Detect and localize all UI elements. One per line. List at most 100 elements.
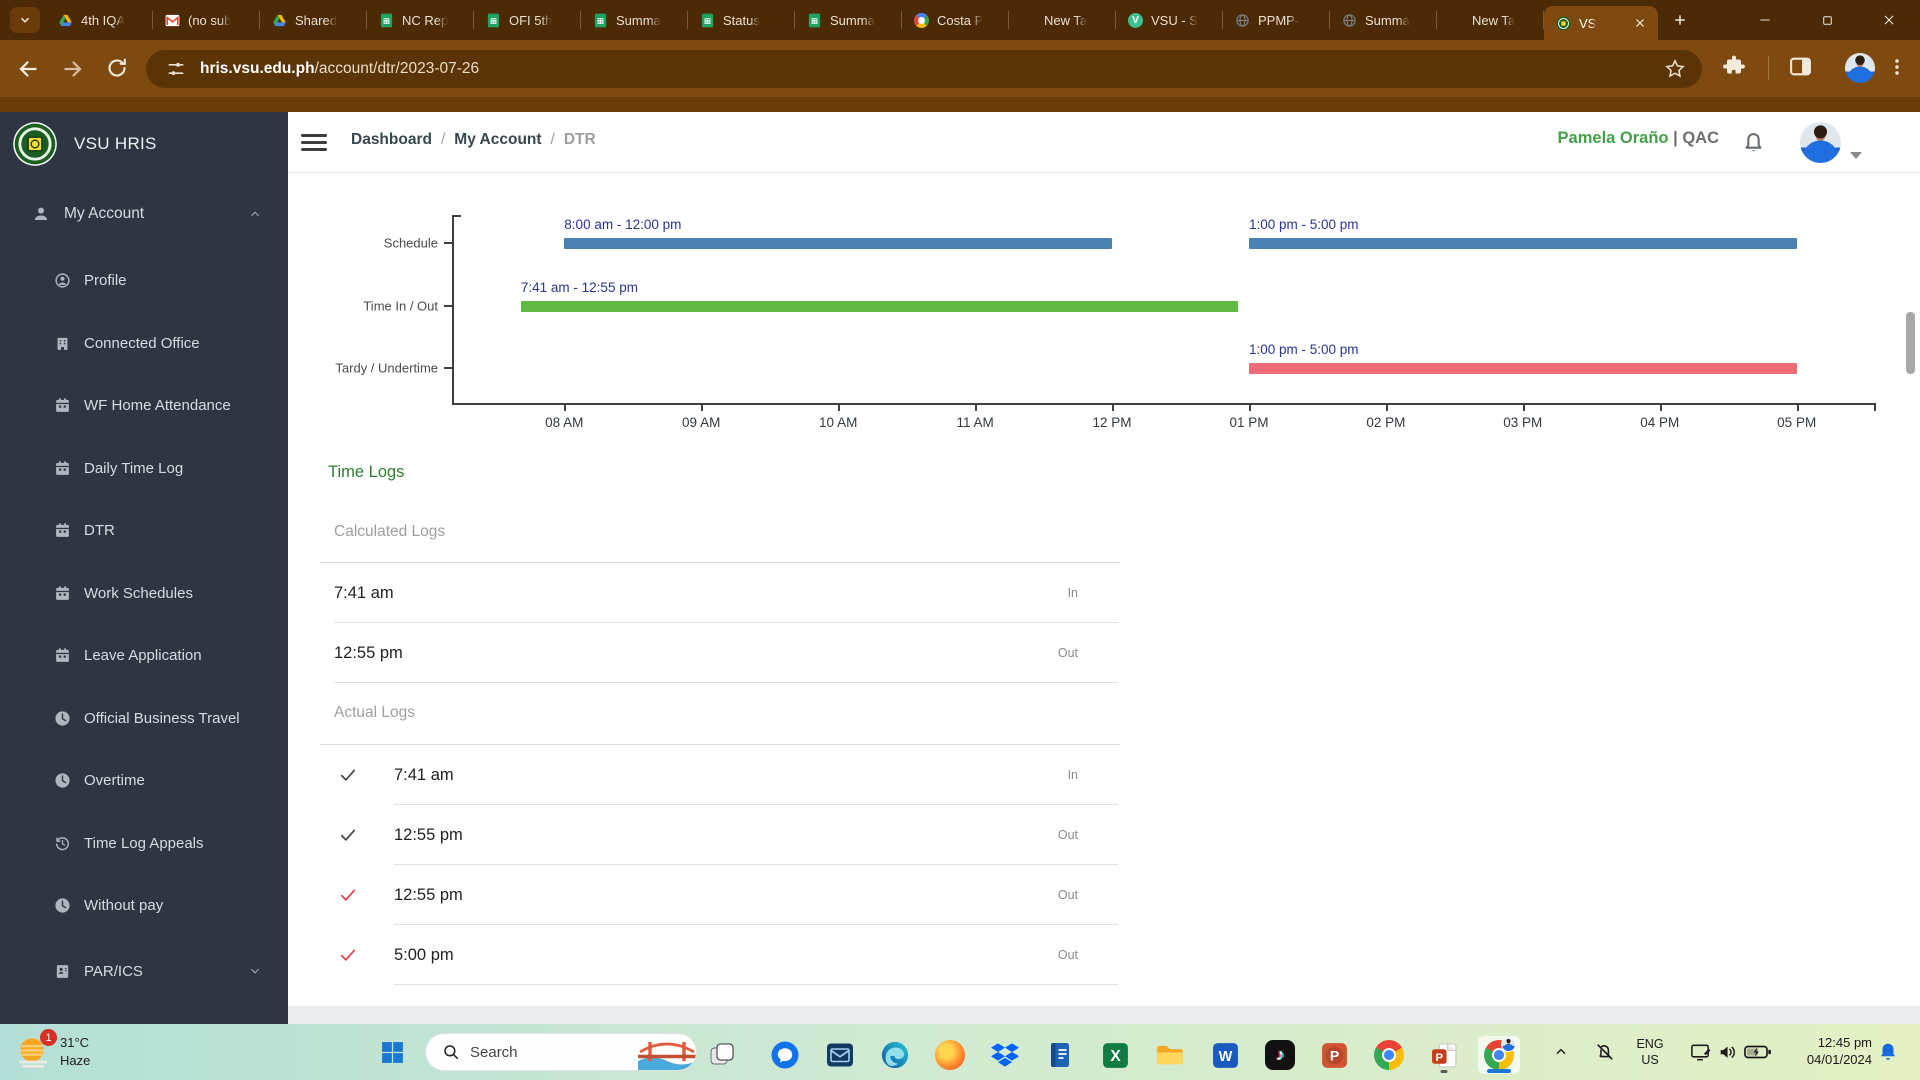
browser-tab[interactable]: Summa: [1330, 0, 1437, 40]
notifications-button[interactable]: [1740, 128, 1767, 155]
browser-tab[interactable]: (no sub: [153, 0, 260, 40]
log-section-title: Calculated Logs: [334, 523, 446, 540]
log-direction: In: [1067, 586, 1078, 600]
browser-tab[interactable]: Costa P: [902, 0, 1009, 40]
tab-close-icon[interactable]: [1632, 15, 1648, 31]
do-not-disturb-button[interactable]: [1585, 1037, 1625, 1067]
address-bar[interactable]: hris.vsu.edu.ph/account/dtr/2023-07-26: [146, 50, 1702, 88]
reload-button[interactable]: [105, 56, 131, 82]
tab-search-button[interactable]: [10, 7, 40, 33]
bookmark-star-icon[interactable]: [1664, 58, 1686, 80]
side-panel-button[interactable]: [1788, 54, 1813, 79]
taskbar-folder-icon[interactable]: [1149, 1036, 1191, 1074]
extensions-button[interactable]: [1722, 54, 1746, 78]
chart-category-label: Schedule: [383, 235, 438, 251]
user-avatar[interactable]: [1800, 122, 1841, 163]
taskbar-tiktok-icon[interactable]: ♪: [1259, 1036, 1301, 1074]
tray-expand-button[interactable]: [1541, 1037, 1581, 1067]
site-info-icon[interactable]: [166, 59, 186, 79]
taskbar-clock[interactable]: 12:45 pm 04/01/2024: [1780, 1035, 1872, 1069]
forward-button[interactable]: [60, 56, 86, 82]
taskbar-weather-widget[interactable]: 1 31°C Haze: [14, 1029, 90, 1071]
taskbar-excel-icon[interactable]: X: [1094, 1036, 1136, 1074]
taskbar-edge-icon[interactable]: [874, 1036, 916, 1074]
sidebar-item-daily-time-log[interactable]: Daily Time Log: [0, 446, 288, 490]
time-log-row: 12:55 pm Out: [320, 623, 1120, 683]
sidebar-item-work-schedules[interactable]: Work Schedules: [0, 571, 288, 615]
browser-tab[interactable]: Summa: [581, 0, 688, 40]
back-button[interactable]: [15, 56, 41, 82]
taskbar-dropbox-icon[interactable]: [984, 1036, 1026, 1074]
breadcrumb-my-account[interactable]: My Account: [454, 131, 541, 149]
tab-title: New Ta: [1044, 12, 1088, 28]
breadcrumb-dashboard[interactable]: Dashboard: [351, 131, 432, 149]
battery-button[interactable]: [1738, 1037, 1778, 1067]
taskbar-search[interactable]: Search: [425, 1033, 697, 1071]
chart-x-tick-label: 09 AM: [682, 415, 721, 430]
sidebar-item-leave-application[interactable]: Leave Application: [0, 633, 288, 677]
chart-x-tick: [1112, 405, 1114, 411]
window-minimize-button[interactable]: [1734, 0, 1796, 40]
window-maximize-button[interactable]: [1796, 0, 1858, 40]
sidebar-item-dtr[interactable]: DTR: [0, 508, 288, 552]
browser-tab[interactable]: PPMP-: [1223, 0, 1330, 40]
sidebar-item-official-business-travel[interactable]: Official Business Travel: [0, 696, 288, 740]
browser-tab[interactable]: Shared: [260, 0, 367, 40]
taskbar-powerpoint-file-icon[interactable]: P: [1423, 1036, 1465, 1074]
breadcrumb-dtr: DTR: [563, 131, 596, 148]
browser-menu-button[interactable]: [1886, 54, 1908, 80]
sidebar-item-wf-home-attendance[interactable]: WF Home Attendance: [0, 383, 288, 427]
sidebar-item-time-log-appeals[interactable]: Time Log Appeals: [0, 821, 288, 865]
sheets-icon: [593, 13, 608, 28]
user-info: Pamela Oraño | QAC: [1558, 129, 1719, 148]
sidebar-item-overtime[interactable]: Overtime: [0, 758, 288, 802]
account-dropdown-caret[interactable]: [1850, 152, 1862, 159]
tab-title: New Ta: [1472, 12, 1516, 28]
browser-tab[interactable]: V VSU - S: [1116, 0, 1223, 40]
time-logs-title: Time Logs: [328, 463, 405, 481]
sidebar-item-my-account[interactable]: My Account: [0, 192, 288, 236]
browser-tab[interactable]: Summa: [795, 0, 902, 40]
tab-title: Costa P: [937, 12, 984, 28]
new-tab-button[interactable]: [1666, 6, 1694, 34]
time-log-row: 12:55 pm Out: [320, 805, 1120, 865]
browser-tab[interactable]: New Ta: [1437, 0, 1544, 40]
taskbar-task-view-icon[interactable]: [701, 1036, 743, 1074]
browser-tab[interactable]: OFI 5th: [474, 0, 581, 40]
sidebar-item-connected-office[interactable]: Connected Office: [0, 321, 288, 365]
toolbar-divider: [1768, 56, 1769, 80]
start-button[interactable]: [372, 1037, 412, 1067]
taskbar-firefox-icon[interactable]: [929, 1036, 971, 1074]
notification-center-button[interactable]: [1868, 1037, 1908, 1067]
sidebar-item-without-pay[interactable]: Without pay: [0, 883, 288, 927]
browser-tab[interactable]: 4th IQA: [46, 0, 153, 40]
sidebar-item-par-ics[interactable]: PAR/ICS: [0, 949, 288, 993]
taskbar-book-icon[interactable]: [1039, 1036, 1081, 1074]
browser-tab-active[interactable]: VS: [1544, 6, 1658, 40]
calendar-icon: [54, 522, 72, 539]
chart-x-tick: [1522, 405, 1525, 411]
check-icon: [338, 825, 358, 845]
language-indicator[interactable]: ENG US: [1630, 1037, 1670, 1068]
page-scrollbar[interactable]: [1906, 312, 1915, 374]
browser-tab[interactable]: NC Rep: [367, 0, 474, 40]
user-unit: QAC: [1682, 129, 1719, 147]
taskbar-chat-icon[interactable]: [764, 1036, 806, 1074]
chart-category-label: Tardy / Undertime: [335, 360, 438, 376]
taskbar-chrome-icon[interactable]: [1368, 1036, 1410, 1074]
browser-profile-avatar[interactable]: [1845, 53, 1875, 83]
taskbar-chrome-profile-icon[interactable]: [1478, 1036, 1520, 1074]
taskbar-word-icon[interactable]: W: [1204, 1036, 1246, 1074]
hamburger-icon: [301, 134, 327, 151]
taskbar-mail-icon[interactable]: [819, 1036, 861, 1074]
app-title: VSU HRIS: [74, 134, 157, 153]
window-close-button[interactable]: [1858, 0, 1920, 40]
browser-tab[interactable]: Status: [688, 0, 795, 40]
taskbar-powerpoint-icon[interactable]: P: [1313, 1036, 1355, 1074]
chart-bar-time-in-out: [520, 301, 1238, 312]
menu-toggle-button[interactable]: [301, 130, 327, 154]
sidebar-item-profile[interactable]: Profile: [0, 258, 288, 302]
tab-title: Summa: [616, 12, 661, 28]
browser-tab[interactable]: New Ta: [1009, 0, 1116, 40]
tab-title: VS: [1579, 15, 1597, 31]
